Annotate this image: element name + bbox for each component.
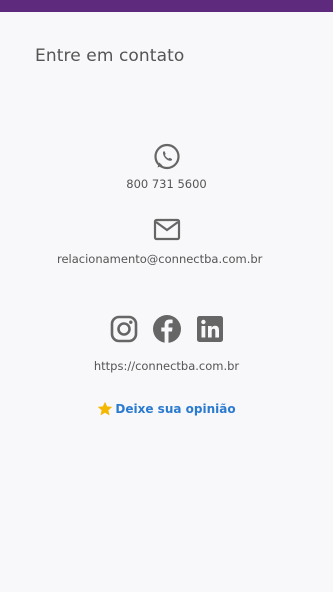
feedback-button[interactable]: Deixe sua opinião	[0, 401, 333, 417]
status-bar	[0, 0, 333, 12]
whatsapp-section: 800 731 5600	[0, 143, 333, 191]
star-icon	[97, 401, 113, 417]
social-icons-row	[0, 314, 333, 344]
linkedin-icon[interactable]	[195, 314, 225, 344]
whatsapp-icon[interactable]	[153, 143, 181, 171]
phone-number[interactable]: 800 731 5600	[0, 177, 333, 191]
page-title: Entre em contato	[35, 46, 185, 66]
email-address[interactable]: relacionamento@connectba.com.br	[57, 253, 275, 266]
instagram-icon[interactable]	[109, 314, 139, 344]
website-link[interactable]: https://connectba.com.br	[0, 359, 333, 373]
email-section	[0, 218, 333, 242]
facebook-icon[interactable]	[152, 314, 182, 344]
feedback-label: Deixe sua opinião	[115, 402, 236, 416]
mail-icon[interactable]	[153, 218, 181, 242]
